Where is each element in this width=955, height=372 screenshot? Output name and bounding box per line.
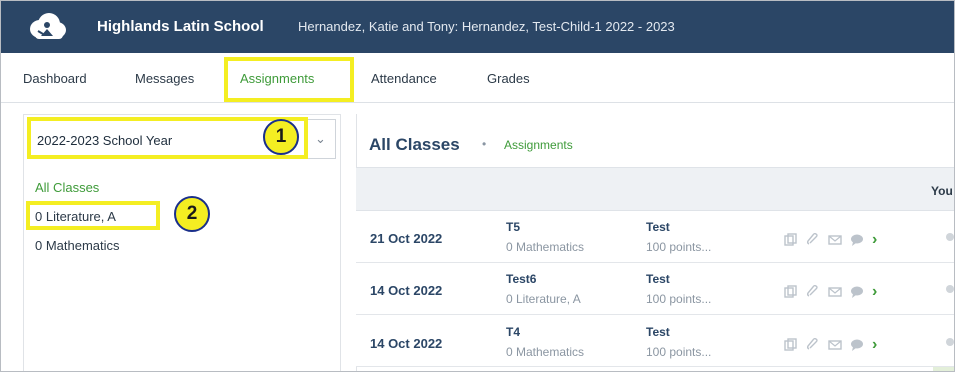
chevron-right-icon[interactable]: › bbox=[872, 283, 877, 301]
nav-messages[interactable]: Messages bbox=[135, 71, 194, 86]
copy-icon[interactable] bbox=[784, 285, 798, 299]
header-column-cutoff: You bbox=[931, 184, 953, 198]
class-item-mathematics[interactable]: 0 Mathematics bbox=[35, 238, 120, 253]
page-title: All Classes bbox=[369, 135, 460, 154]
step-badge-2: 2 bbox=[174, 196, 210, 232]
page-subtitle[interactable]: Assignments bbox=[504, 138, 573, 152]
row-points: 100 points... bbox=[646, 345, 712, 359]
assignments-highlight-box bbox=[224, 57, 354, 102]
nav-grades[interactable]: Grades bbox=[487, 71, 530, 86]
chevron-right-icon[interactable]: › bbox=[872, 336, 877, 354]
row-category: Test bbox=[646, 325, 670, 339]
row-assignment-title[interactable]: Test6 bbox=[506, 272, 536, 286]
copy-icon[interactable] bbox=[784, 233, 798, 247]
mail-icon[interactable] bbox=[828, 338, 842, 352]
row-action-icons: › bbox=[784, 283, 877, 301]
top-bar: Highlands Latin School Hernandez, Katie … bbox=[1, 1, 954, 53]
main-nav: Dashboard Messages Assignments Attendanc… bbox=[1, 53, 954, 103]
row-date: 14 Oct 2022 bbox=[370, 283, 443, 298]
title-separator: • bbox=[482, 137, 487, 151]
assignments-table-header bbox=[356, 167, 954, 211]
paperclip-icon[interactable] bbox=[806, 233, 820, 247]
cloud-person-logo-icon[interactable] bbox=[27, 12, 67, 42]
literature-highlight-box bbox=[26, 201, 160, 230]
status-dot bbox=[946, 233, 954, 241]
row-class: 0 Mathematics bbox=[506, 240, 585, 254]
row-class: 0 Mathematics bbox=[506, 345, 585, 359]
step-badge-1: 1 bbox=[263, 119, 299, 155]
paperclip-icon[interactable] bbox=[806, 338, 820, 352]
comment-icon[interactable] bbox=[850, 285, 864, 299]
comment-icon[interactable] bbox=[850, 338, 864, 352]
row-points: 100 points... bbox=[646, 240, 712, 254]
row-action-icons: › bbox=[784, 336, 877, 354]
class-item-all-classes[interactable]: All Classes bbox=[35, 180, 99, 195]
status-dot bbox=[946, 285, 954, 293]
mail-icon[interactable] bbox=[828, 233, 842, 247]
row-date: 14 Oct 2022 bbox=[370, 336, 443, 351]
nav-attendance[interactable]: Attendance bbox=[371, 71, 437, 86]
app-window: Highlands Latin School Hernandez, Katie … bbox=[0, 0, 955, 372]
nav-dashboard[interactable]: Dashboard bbox=[23, 71, 87, 86]
row-assignment-title[interactable]: T5 bbox=[506, 220, 520, 234]
status-dot bbox=[946, 338, 954, 346]
row-action-icons: › bbox=[784, 231, 877, 249]
family-name[interactable]: Hernandez, Katie and Tony: Hernandez, Te… bbox=[298, 19, 675, 34]
copy-icon[interactable] bbox=[784, 338, 798, 352]
row-date: 21 Oct 2022 bbox=[370, 231, 443, 246]
row-category: Test bbox=[646, 220, 670, 234]
chevron-right-icon[interactable]: › bbox=[872, 231, 877, 249]
paperclip-icon[interactable] bbox=[806, 285, 820, 299]
row-points: 100 points... bbox=[646, 292, 712, 306]
chevron-down-icon[interactable]: ⌄ bbox=[315, 131, 326, 147]
mail-icon[interactable] bbox=[828, 285, 842, 299]
comment-icon[interactable] bbox=[850, 233, 864, 247]
row-category: Test bbox=[646, 272, 670, 286]
row-assignment-title[interactable]: T4 bbox=[506, 325, 520, 339]
row-class: 0 Literature, A bbox=[506, 292, 581, 306]
school-name[interactable]: Highlands Latin School bbox=[97, 18, 264, 35]
